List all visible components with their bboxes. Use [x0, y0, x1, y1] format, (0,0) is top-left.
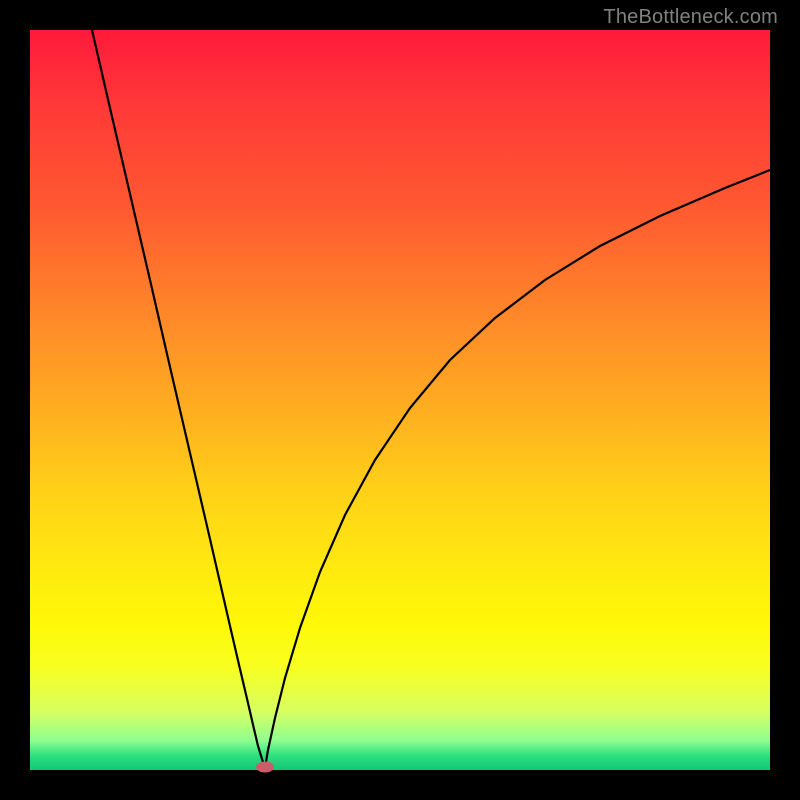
plot-area	[30, 30, 770, 770]
curve-left-branch	[92, 30, 265, 768]
chart-container: TheBottleneck.com	[0, 0, 800, 800]
curve-right-branch	[265, 170, 770, 768]
curve-svg	[30, 30, 770, 770]
watermark-text: TheBottleneck.com	[603, 6, 778, 29]
min-point-marker	[256, 762, 274, 773]
